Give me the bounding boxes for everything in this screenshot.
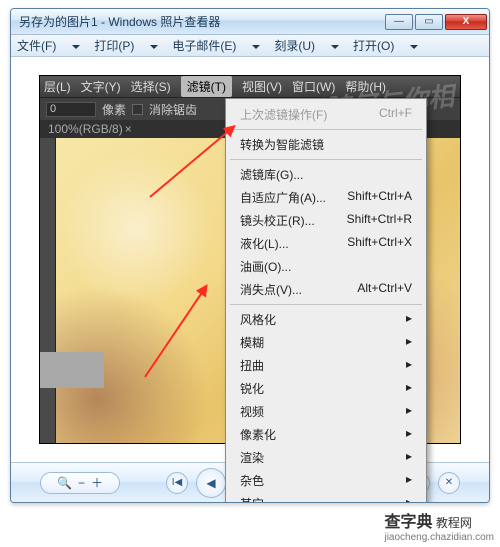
document-tab[interactable]: 100%(RGB/8)× bbox=[48, 122, 132, 136]
menu-separator bbox=[230, 129, 422, 130]
chevron-down-icon bbox=[72, 45, 80, 49]
menu-separator bbox=[230, 159, 422, 160]
chevron-down-icon bbox=[252, 45, 260, 49]
menu-burn[interactable]: 刻录(U) bbox=[274, 37, 339, 54]
minimize-button[interactable]: — bbox=[385, 14, 413, 30]
window-titlebar[interactable]: 另存为的图片1 - Windows 照片查看器 — ▭ X bbox=[11, 9, 489, 35]
menu-print[interactable]: 打印(P) bbox=[94, 37, 158, 54]
menu-item-blur[interactable]: 模糊▸ bbox=[226, 331, 426, 354]
ps-menubar: 层(L) 文字(Y) 选择(S) 滤镜(T) 视图(V) 窗口(W) 帮助(H) bbox=[40, 76, 460, 98]
prev-button[interactable]: I◀ bbox=[166, 472, 188, 494]
tab-close-icon[interactable]: × bbox=[125, 122, 132, 136]
menu-item-liquify[interactable]: 液化(L)...Shift+Ctrl+X bbox=[226, 232, 426, 255]
ps-menu-text[interactable]: 文字(Y) bbox=[81, 78, 121, 95]
menu-item-distort[interactable]: 扭曲▸ bbox=[226, 354, 426, 377]
pixel-input[interactable] bbox=[46, 102, 96, 117]
pixel-label: 像素 bbox=[102, 101, 126, 118]
zoom-in-icon[interactable]: ＋ bbox=[91, 474, 103, 491]
menu-item-adaptive-wide[interactable]: 自适应广角(A)...Shift+Ctrl+A bbox=[226, 186, 426, 209]
site-watermark: 查字典 教程网 jiaocheng.chazidian.com bbox=[384, 508, 494, 543]
chevron-down-icon bbox=[410, 45, 418, 49]
menu-item-oil-paint[interactable]: 油画(O)... bbox=[226, 255, 426, 278]
photoshop-window: 层(L) 文字(Y) 选择(S) 滤镜(T) 视图(V) 窗口(W) 帮助(H)… bbox=[39, 75, 461, 444]
menu-item-stylize[interactable]: 风格化▸ bbox=[226, 308, 426, 331]
ps-menu-help[interactable]: 帮助(H) bbox=[345, 78, 386, 95]
antialias-label: 消除锯齿 bbox=[149, 101, 197, 118]
menu-item-sharpen[interactable]: 锐化▸ bbox=[226, 377, 426, 400]
vertical-ruler bbox=[40, 138, 56, 443]
close-button[interactable]: X bbox=[445, 14, 487, 30]
ps-menu-layer[interactable]: 层(L) bbox=[44, 78, 71, 95]
filter-dropdown-menu: 上次滤镜操作(F)Ctrl+F 转换为智能滤镜 滤镜库(G)... 自适应广角(… bbox=[225, 98, 427, 503]
chevron-down-icon bbox=[331, 45, 339, 49]
maximize-button[interactable]: ▭ bbox=[415, 14, 443, 30]
viewer-menubar: 文件(F) 打印(P) 电子邮件(E) 刻录(U) 打开(O) bbox=[11, 35, 489, 57]
menu-item-smart-filter[interactable]: 转换为智能滤镜 bbox=[226, 133, 426, 156]
photo-viewer-window: 另存为的图片1 - Windows 照片查看器 — ▭ X 文件(F) 打印(P… bbox=[10, 8, 490, 503]
antialias-checkbox[interactable] bbox=[132, 104, 143, 115]
menu-item-last-filter[interactable]: 上次滤镜操作(F)Ctrl+F bbox=[226, 103, 426, 126]
ps-menu-view[interactable]: 视图(V) bbox=[242, 78, 282, 95]
menu-separator bbox=[230, 304, 422, 305]
menu-item-vanishing-point[interactable]: 消失点(V)...Alt+Ctrl+V bbox=[226, 278, 426, 301]
menu-item-filter-gallery[interactable]: 滤镜库(G)... bbox=[226, 163, 426, 186]
ps-menu-window[interactable]: 窗口(W) bbox=[292, 78, 335, 95]
ps-menu-select[interactable]: 选择(S) bbox=[131, 78, 171, 95]
menu-item-render[interactable]: 渲染▸ bbox=[226, 446, 426, 469]
menu-item-noise[interactable]: 杂色▸ bbox=[226, 469, 426, 492]
menu-item-other[interactable]: 其它▸ bbox=[226, 492, 426, 503]
zoom-out-icon[interactable]: − bbox=[78, 476, 85, 490]
zoom-control[interactable]: 🔍 − ＋ bbox=[40, 472, 120, 494]
menu-item-lens-correction[interactable]: 镜头校正(R)...Shift+Ctrl+R bbox=[226, 209, 426, 232]
menu-item-pixelate[interactable]: 像素化▸ bbox=[226, 423, 426, 446]
chevron-down-icon bbox=[150, 45, 158, 49]
menu-email[interactable]: 电子邮件(E) bbox=[172, 37, 260, 54]
magnifier-icon: 🔍 bbox=[57, 476, 72, 490]
ps-menu-filter[interactable]: 滤镜(T) bbox=[181, 76, 232, 97]
viewer-canvas-area: 层(L) 文字(Y) 选择(S) 滤镜(T) 视图(V) 窗口(W) 帮助(H)… bbox=[11, 57, 489, 462]
menu-open[interactable]: 打开(O) bbox=[353, 37, 418, 54]
menu-file[interactable]: 文件(F) bbox=[17, 37, 80, 54]
menu-item-video[interactable]: 视频▸ bbox=[226, 400, 426, 423]
delete-button[interactable]: ✕ bbox=[438, 472, 460, 494]
previous-image-button[interactable]: ◀ bbox=[196, 468, 226, 498]
gray-overlay-rect bbox=[40, 352, 104, 388]
window-title: 另存为的图片1 - Windows 照片查看器 bbox=[19, 13, 383, 30]
